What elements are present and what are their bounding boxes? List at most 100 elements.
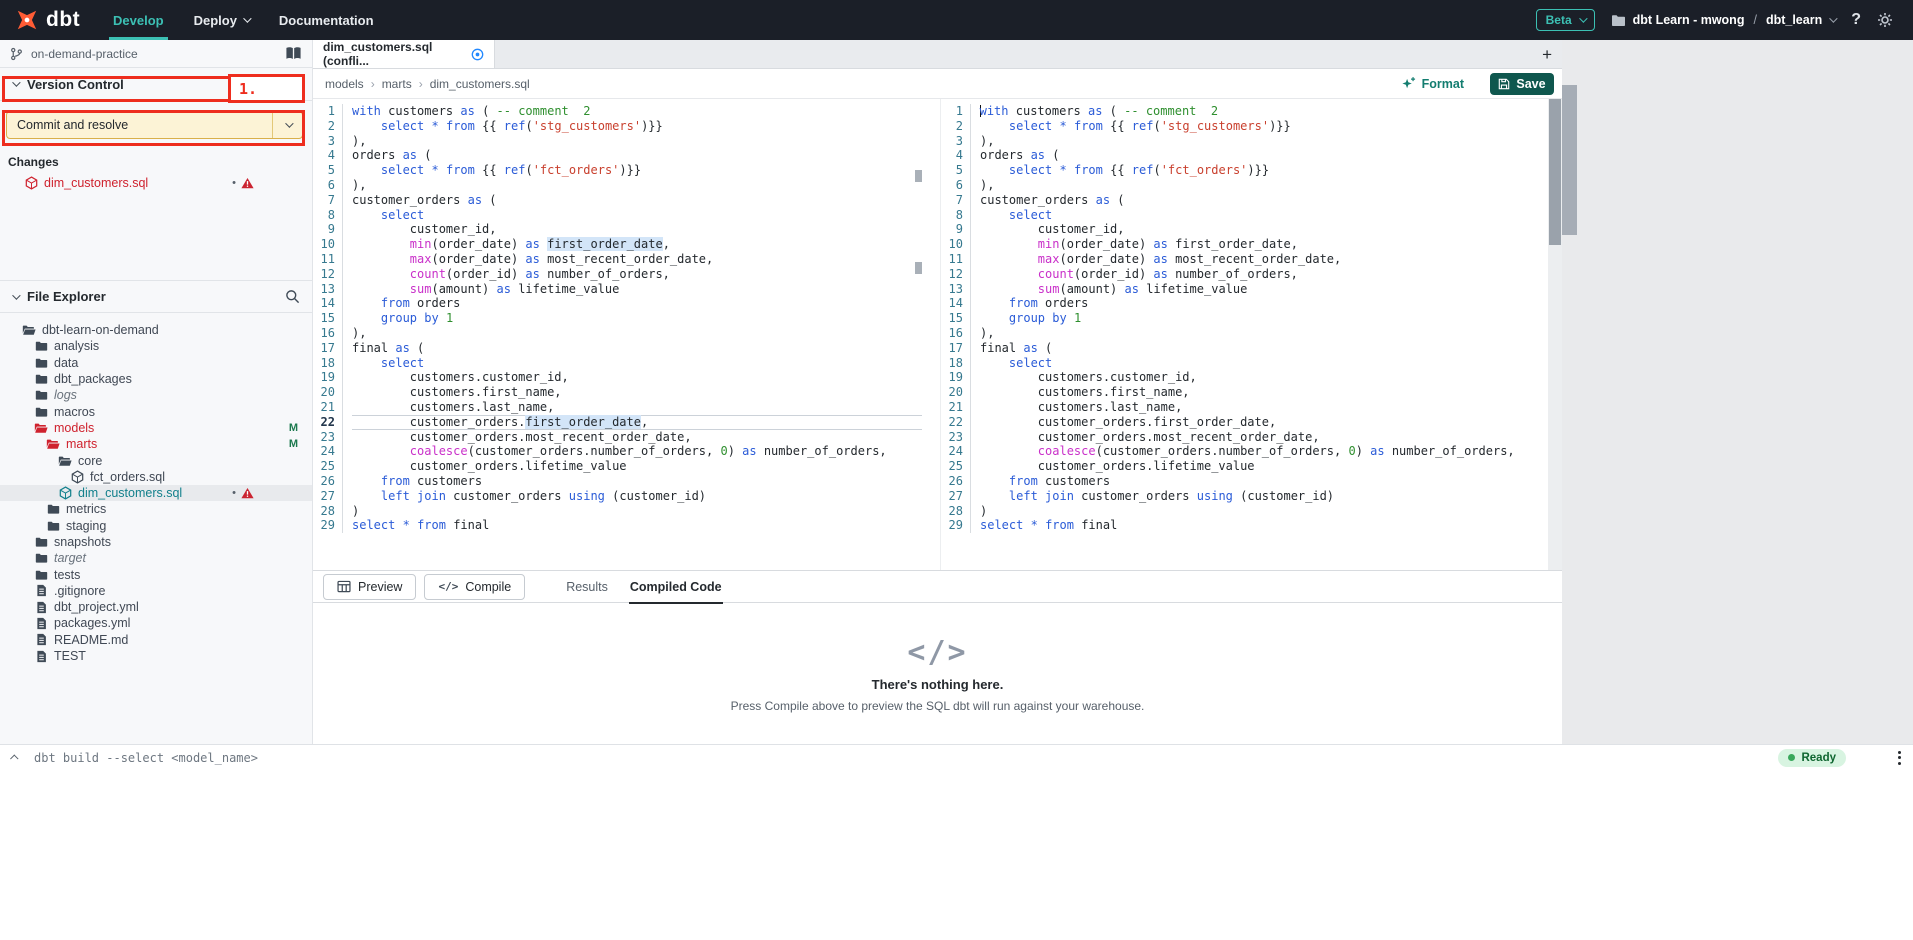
warning-icon — [241, 177, 254, 189]
code-line-6: 6), — [313, 178, 922, 193]
nav-item-develop[interactable]: Develop — [113, 0, 164, 40]
folder-icon — [34, 373, 48, 385]
code-line-28: 28) — [313, 504, 922, 519]
branch-name: on-demand-practice — [31, 47, 138, 61]
new-tab-plus-icon[interactable]: + — [1542, 40, 1552, 69]
code-line-10: 10 min(order_date) as first_order_date, — [313, 237, 922, 252]
code-line-22: 22 customer_orders.first_order_date, — [313, 415, 922, 430]
code-editor-left[interactable]: 1with customers as ( -- comment 22 selec… — [313, 99, 922, 570]
folder-open-icon — [34, 422, 48, 434]
code-line-19: 19 customers.customer_id, — [313, 370, 922, 385]
modified-dot-icon: • — [232, 487, 236, 499]
panel-tabs: ResultsCompiled Code — [555, 571, 732, 603]
code-line-4: 4orders as ( — [941, 148, 1548, 163]
tree-item-data[interactable]: data — [0, 355, 312, 371]
gear-icon[interactable] — [1877, 12, 1893, 28]
folder-icon — [46, 503, 60, 515]
folder-icon — [34, 357, 48, 369]
book-icon[interactable] — [285, 46, 302, 61]
panel-toolbar: Preview </> Compile ResultsCompiled Code — [313, 571, 1562, 603]
breadcrumb-item[interactable]: dim_customers.sql — [430, 77, 530, 91]
tree-item-TEST[interactable]: TEST — [0, 648, 312, 664]
tree-item-fct_orders.sql[interactable]: fct_orders.sql — [0, 469, 312, 485]
annotation-step-label: 1. — [228, 74, 305, 103]
code-line-13: 13 sum(amount) as lifetime_value — [941, 282, 1548, 297]
scrollbar-thumb[interactable] — [1549, 99, 1561, 245]
code-line-3: 3), — [313, 134, 922, 149]
code-line-9: 9 customer_id, — [313, 222, 922, 237]
file-explorer-header[interactable]: File Explorer — [0, 280, 312, 313]
commit-and-resolve-button[interactable]: Commit and resolve — [6, 111, 303, 139]
code-line-17: 17final as ( — [313, 341, 922, 356]
command-input[interactable]: dbt build --select <model_name> — [34, 751, 1778, 765]
top-nav: dbt Develop Deploy Documentation Beta db… — [0, 0, 1913, 40]
panel-tab-compiled-code[interactable]: Compiled Code — [619, 571, 733, 603]
code-line-27: 27 left join customer_orders using (cust… — [941, 489, 1548, 504]
file-icon — [34, 650, 48, 663]
code-line-2: 2 select * from {{ ref('stg_customers')}… — [941, 119, 1548, 134]
code-line-8: 8 select — [941, 208, 1548, 223]
tree-item-dbt-learn-on-demand[interactable]: dbt-learn-on-demand — [0, 322, 312, 338]
empty-state-subtitle: Press Compile above to preview the SQL d… — [731, 699, 1145, 713]
model-icon — [70, 470, 84, 484]
collapse-chevron-icon[interactable] — [12, 755, 18, 761]
code-line-26: 26 from customers — [941, 474, 1548, 489]
nav-item-deploy[interactable]: Deploy — [194, 0, 249, 40]
search-icon[interactable] — [285, 289, 300, 304]
tree-item-analysis[interactable]: analysis — [0, 338, 312, 354]
code-line-20: 20 customers.first_name, — [313, 385, 922, 400]
conflict-indicator-icon[interactable] — [471, 48, 484, 61]
model-icon — [24, 176, 38, 190]
folder-icon — [34, 569, 48, 581]
tree-item-dbt_packages[interactable]: dbt_packages — [0, 371, 312, 387]
breadcrumb-item[interactable]: marts — [382, 77, 412, 91]
nav-item-documentation[interactable]: Documentation — [279, 0, 374, 40]
tree-item-logs[interactable]: logs — [0, 387, 312, 403]
tree-item-models[interactable]: modelsM — [0, 420, 312, 436]
dbt-logo-icon — [14, 7, 40, 33]
overflow-menu-icon[interactable] — [1898, 751, 1901, 765]
table-icon — [337, 580, 351, 593]
tree-item-dim_customers.sql[interactable]: dim_customers.sql• — [0, 485, 312, 501]
tree-item-staging[interactable]: staging — [0, 518, 312, 534]
editor-tab-dim-customers[interactable]: dim_customers.sql (confli... — [313, 40, 495, 68]
beta-badge[interactable]: Beta — [1536, 9, 1595, 31]
breadcrumb-separator: › — [419, 77, 423, 91]
chevron-down-icon — [285, 119, 293, 127]
file-icon — [34, 617, 48, 630]
code-line-14: 14 from orders — [313, 296, 922, 311]
chevron-down-icon — [12, 78, 20, 86]
left-editor-scrollbar[interactable] — [915, 99, 922, 570]
save-button[interactable]: Save — [1490, 73, 1554, 95]
tree-item-core[interactable]: core — [0, 452, 312, 468]
code-line-7: 7customer_orders as ( — [941, 193, 1548, 208]
page-scrollbar-thumb[interactable] — [1562, 85, 1577, 235]
right-editor-scrollbar[interactable] — [1548, 99, 1562, 570]
breadcrumb-separator: › — [371, 77, 375, 91]
commit-options-dropdown[interactable] — [272, 112, 302, 138]
dbt-logo[interactable]: dbt — [14, 7, 98, 33]
panel-tab-results[interactable]: Results — [555, 571, 619, 603]
project-name: dbt Learn - mwong — [1633, 13, 1745, 27]
format-button[interactable]: Format — [1401, 76, 1464, 91]
tree-item-snapshots[interactable]: snapshots — [0, 534, 312, 550]
code-editor-right[interactable]: 1with customers as ( -- comment 22 selec… — [940, 99, 1548, 570]
tree-item-marts[interactable]: martsM — [0, 436, 312, 452]
help-icon[interactable]: ? — [1851, 11, 1861, 29]
project-selector[interactable]: dbt Learn - mwong / dbt_learn — [1611, 13, 1836, 27]
changed-file-dim_customers.sql[interactable]: dim_customers.sql• — [0, 173, 312, 192]
tree-item-dbt_project.yml[interactable]: dbt_project.yml — [0, 599, 312, 615]
compile-button[interactable]: </> Compile — [424, 574, 525, 600]
tree-item-tests[interactable]: tests — [0, 566, 312, 582]
tree-item-packages.yml[interactable]: packages.yml — [0, 615, 312, 631]
tree-item-target[interactable]: target — [0, 550, 312, 566]
breadcrumb-item[interactable]: models — [325, 77, 364, 91]
workspace: dim_customers.sql (confli... + models › ma… — [313, 40, 1562, 744]
tree-item-metrics[interactable]: metrics — [0, 501, 312, 517]
tree-item-.gitignore[interactable]: .gitignore — [0, 583, 312, 599]
folder-open-icon — [46, 438, 60, 450]
folder-icon — [34, 340, 48, 352]
tree-item-macros[interactable]: macros — [0, 403, 312, 419]
tree-item-README.md[interactable]: README.md — [0, 632, 312, 648]
preview-button[interactable]: Preview — [323, 574, 416, 600]
